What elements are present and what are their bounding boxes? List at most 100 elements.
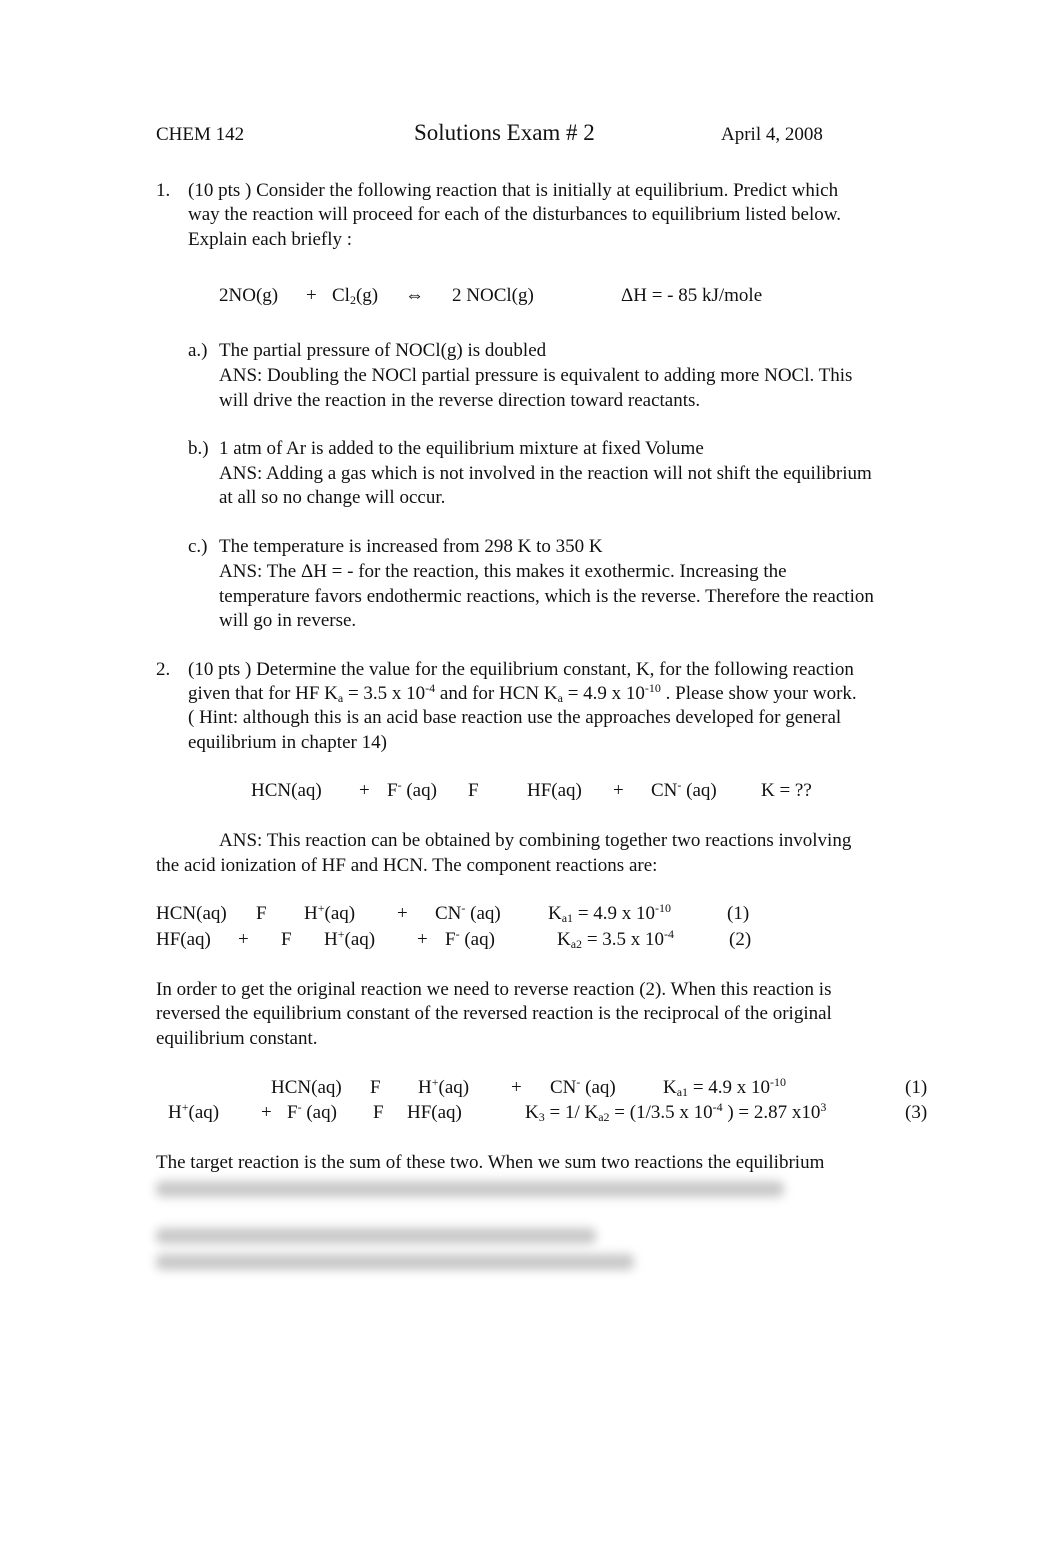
text-segment: ⇔	[405, 285, 424, 306]
text-segment: (aq)	[301, 1102, 337, 1123]
text-segment: ANS: The ΔH = - for the reaction, this m…	[219, 561, 787, 582]
answer-text: temperature favors endothermic reactions…	[219, 585, 874, 609]
text-segment: temperature favors endothermic reactions…	[219, 586, 874, 607]
text-segment: +	[511, 1077, 522, 1098]
equation-term: CN- (aq)	[550, 1076, 616, 1100]
part-text: The temperature is increased from 298 K …	[219, 535, 603, 559]
equilibrium-arrow: F	[281, 928, 292, 952]
subscript: a2	[598, 1110, 610, 1124]
text-segment: (aq)	[681, 780, 717, 801]
text-segment: (1)	[905, 1077, 928, 1098]
text-segment: ANS: Adding a gas which is not involved …	[219, 463, 872, 484]
text-segment: equilibrium constant.	[156, 1028, 318, 1049]
text-segment: c.)	[188, 536, 208, 557]
superscript: +	[317, 901, 325, 915]
answer-text: ANS: This reaction can be obtained by co…	[219, 829, 851, 853]
text-segment: April 4, 2008	[721, 124, 823, 145]
exam-date: April 4, 2008	[721, 123, 823, 147]
equation-term: HCN(aq)	[271, 1076, 342, 1100]
text-segment: The target reaction is the sum of these …	[156, 1152, 825, 1173]
answer-text: will go in reverse.	[219, 609, 356, 633]
equilibrium-arrow: F	[468, 779, 479, 803]
text-segment: Cl	[332, 285, 350, 306]
equation-term: CN- (aq)	[435, 902, 501, 926]
equation-term: +	[397, 902, 408, 926]
superscript: -10	[644, 681, 661, 695]
text-segment: HF(aq)	[527, 780, 582, 801]
equation-number: (2)	[729, 928, 751, 952]
enthalpy-value: ΔH = - 85 kJ/mole	[621, 284, 762, 308]
superscript: -4	[664, 927, 675, 941]
text-segment: +	[359, 780, 370, 801]
blurred-line	[156, 1181, 784, 1197]
text-segment: 2.	[156, 659, 171, 680]
text-segment: and for HCN K	[435, 683, 558, 704]
equation-term: +	[261, 1101, 272, 1125]
equilibrium-arrow: F	[370, 1076, 381, 1100]
text-segment: a.)	[188, 340, 208, 361]
text-segment: (1)	[727, 903, 750, 924]
text-segment: way the reaction will proceed for each o…	[188, 204, 841, 225]
equation-term: HF(aq)	[156, 928, 211, 952]
text-segment: K	[525, 1102, 539, 1123]
text-segment: In order to get the original reaction we…	[156, 979, 832, 1000]
text-segment: F	[387, 780, 398, 801]
text-segment: +	[613, 780, 624, 801]
equation-term: Cl2(g)	[332, 284, 378, 308]
text-segment: F	[373, 1102, 384, 1123]
text-segment: The partial pressure of NOCl(g) is doubl…	[219, 340, 547, 361]
text-segment: = 4.9 x 10	[573, 903, 656, 924]
paragraph-text: equilibrium constant.	[156, 1027, 317, 1051]
equation-term: +	[359, 779, 370, 803]
equilibrium-arrow: ⇔	[405, 284, 424, 308]
text-segment: HF(aq)	[407, 1102, 462, 1123]
subscript: a2	[570, 937, 583, 951]
text-segment: ( Hint: although this is an acid base re…	[188, 707, 842, 728]
blurred-line	[156, 1254, 634, 1270]
text-segment: (aq)	[438, 1077, 470, 1098]
text-segment: . Please show your work.	[660, 683, 857, 704]
answer-text: ANS: Adding a gas which is not involved …	[219, 462, 872, 486]
text-segment: +	[238, 929, 249, 950]
superscript: +	[431, 1075, 439, 1089]
equilibrium-constant: Ka1 = 4.9 x 10-10	[663, 1076, 786, 1100]
question-number: 1.	[156, 179, 170, 203]
superscript: +	[337, 927, 345, 941]
text-segment: Explain each briefly :	[188, 229, 353, 250]
superscript: -10	[655, 901, 672, 915]
text-segment: = 4.9 x 10	[688, 1077, 771, 1098]
text-segment: +	[397, 903, 408, 924]
text-segment: F	[370, 1077, 381, 1098]
equation-term: F- (aq)	[445, 928, 495, 952]
question-text: (10 pts ) Determine the value for the eq…	[188, 658, 854, 682]
text-segment: (aq)	[580, 1077, 616, 1098]
equation-term: +	[511, 1076, 522, 1100]
paragraph-text: reversed the equilibrium constant of the…	[156, 1002, 832, 1026]
superscript: -4	[425, 681, 436, 695]
text-segment: b.)	[188, 438, 209, 459]
text-segment: 2NO(g)	[219, 285, 279, 306]
text-segment: +	[417, 929, 428, 950]
equation-term: H+(aq)	[324, 928, 375, 952]
text-segment: 1 atm of Ar is added to the equilibrium …	[219, 438, 704, 459]
text-segment: ANS: Doubling the NOCl partial pressure …	[219, 365, 853, 386]
text-segment: The temperature is increased from 298 K …	[219, 536, 603, 557]
paragraph-text: In order to get the original reaction we…	[156, 978, 831, 1002]
superscript: 3	[820, 1100, 827, 1114]
question-text: way the reaction will proceed for each o…	[188, 203, 841, 227]
text-segment: HCN(aq)	[271, 1077, 342, 1098]
answer-text: will drive the reaction in the reverse d…	[219, 389, 700, 413]
text-segment: K = ??	[761, 780, 812, 801]
equation-term: H+(aq)	[304, 902, 355, 926]
text-segment: CN	[550, 1077, 577, 1098]
equilibrium-constant: K 3 = 1/ Ka2 = (1/3.5 x 10-4 ) = 2.87 x10…	[525, 1101, 826, 1125]
equation-term: +	[613, 779, 624, 803]
text-segment: +	[261, 1102, 272, 1123]
text-segment: (aq)	[344, 929, 376, 950]
equilibrium-arrow: F	[373, 1101, 384, 1125]
text-segment: (aq)	[401, 780, 437, 801]
text-segment: F	[468, 780, 479, 801]
course-name: CHEM 142	[156, 123, 244, 147]
part-text: 1 atm of Ar is added to the equilibrium …	[219, 437, 704, 461]
text-segment: K	[663, 1077, 677, 1098]
